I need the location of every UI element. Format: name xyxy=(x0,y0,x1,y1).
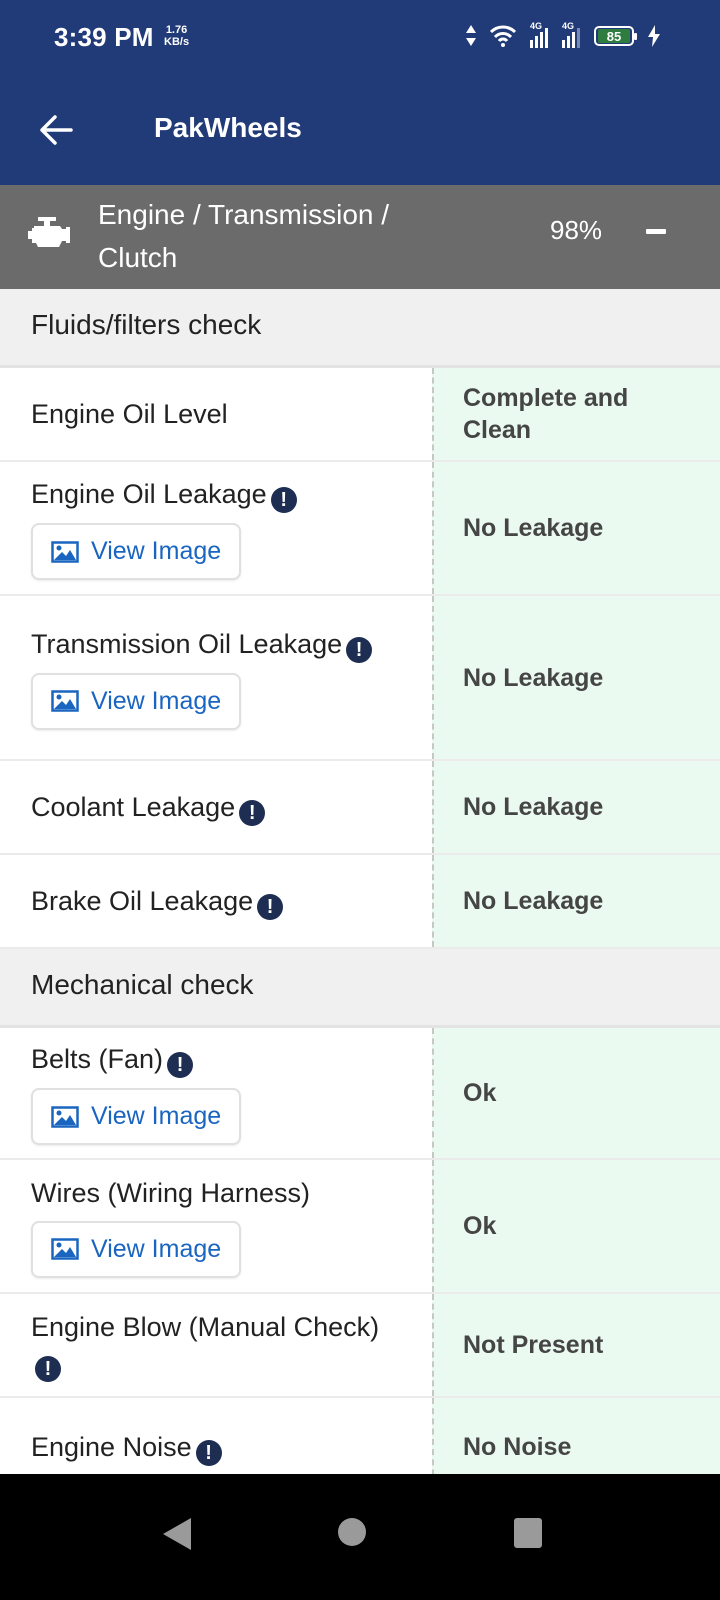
item-label: Brake Oil Leakage xyxy=(31,885,254,916)
item-label-cell: Engine Oil Level xyxy=(0,368,432,460)
item-label: Coolant Leakage xyxy=(31,791,236,822)
group-header: Fluids/filters check xyxy=(0,289,720,368)
view-image-button[interactable]: View Image xyxy=(31,1220,241,1278)
view-image-label: View Image xyxy=(91,537,222,565)
item-value: Ok xyxy=(463,1212,497,1240)
item-label: Engine Blow (Manual Check) xyxy=(31,1311,380,1342)
wifi-icon xyxy=(490,25,516,47)
app-bar: PakWheels xyxy=(0,80,720,185)
battery-icon: 85 xyxy=(594,26,637,46)
back-button[interactable] xyxy=(36,110,76,150)
item-label: Engine Noise xyxy=(31,1431,192,1462)
view-image-label: View Image xyxy=(91,1234,222,1263)
item-label-cell: Brake Oil Leakage! xyxy=(0,855,432,947)
signal-icon: 4G xyxy=(562,21,580,48)
item-value: Not Present xyxy=(463,1331,604,1359)
item-value: No Leakage xyxy=(463,793,604,821)
app-title: PakWheels xyxy=(154,112,302,143)
item-label: Engine Oil Leakage xyxy=(31,479,267,509)
section-score: 98% xyxy=(550,215,603,245)
info-icon[interactable]: ! xyxy=(346,636,373,663)
item-label-cell: Transmission Oil Leakage! View Image xyxy=(0,596,432,759)
item-label-cell: Engine Noise! xyxy=(0,1398,432,1474)
image-icon xyxy=(51,540,79,563)
home-circle-icon[interactable] xyxy=(338,1518,366,1546)
item-value-cell: Ok xyxy=(432,1028,720,1158)
view-image-button[interactable]: View Image xyxy=(31,1088,241,1145)
item-value-cell: No Leakage xyxy=(432,462,720,594)
image-icon xyxy=(51,1238,79,1260)
item-value-cell: Not Present xyxy=(432,1294,720,1396)
view-image-button[interactable]: View Image xyxy=(31,523,241,580)
inspection-row: Engine Blow (Manual Check)! Not Present xyxy=(0,1294,720,1398)
status-bar: 3:39 PM 1.76 KB/s 4G 4G 85 xyxy=(0,0,720,80)
item-value-cell: No Leakage xyxy=(432,761,720,853)
item-value-cell: No Leakage xyxy=(432,855,720,947)
signal-icon: 4G xyxy=(530,21,548,48)
status-time: 3:39 PM xyxy=(54,22,154,52)
info-icon[interactable]: ! xyxy=(35,1355,61,1382)
info-icon[interactable]: ! xyxy=(195,1439,222,1466)
item-label-cell: Belts (Fan)! View Image xyxy=(0,1028,432,1158)
view-image-label: View Image xyxy=(91,686,222,715)
item-value: No Leakage xyxy=(463,663,604,692)
item-value: Ok xyxy=(463,1079,497,1107)
info-icon[interactable]: ! xyxy=(270,487,297,513)
group-header: Mechanical check xyxy=(0,949,720,1028)
info-icon[interactable]: ! xyxy=(239,799,266,826)
recents-square-icon[interactable] xyxy=(514,1518,542,1548)
item-label: Belts (Fan) xyxy=(31,1044,164,1074)
item-label: Engine Oil Level xyxy=(31,399,228,429)
info-icon[interactable]: ! xyxy=(167,1052,194,1078)
inspection-row: Belts (Fan)! View Image Ok xyxy=(0,1028,720,1160)
status-icons: 4G 4G 85 xyxy=(466,21,660,48)
back-triangle-icon[interactable] xyxy=(163,1518,191,1550)
item-value-cell: Complete and Clean xyxy=(432,368,720,460)
item-value: No Noise xyxy=(463,1433,572,1461)
item-value: Complete and Clean xyxy=(463,384,629,444)
item-label-cell: Engine Blow (Manual Check)! xyxy=(0,1294,432,1396)
section-header[interactable]: Engine / Transmission / Clutch 98% xyxy=(0,185,720,289)
data-arrows-icon xyxy=(466,25,476,46)
network-speed: 1.76 KB/s xyxy=(164,24,190,48)
item-label-cell: Coolant Leakage! xyxy=(0,761,432,853)
item-value-cell: No Noise xyxy=(432,1398,720,1474)
item-label-cell: Engine Oil Leakage! View Image xyxy=(0,462,432,594)
image-icon xyxy=(51,1105,79,1128)
minus-icon[interactable] xyxy=(646,229,666,234)
inspection-row: Engine Noise! No Noise xyxy=(0,1398,720,1474)
view-image-label: View Image xyxy=(91,1102,222,1130)
navigation-bar xyxy=(0,1474,720,1600)
inspection-row: Brake Oil Leakage! No Leakage xyxy=(0,855,720,949)
item-value: No Leakage xyxy=(463,514,604,542)
item-value-cell: No Leakage xyxy=(432,596,720,759)
item-value-cell: Ok xyxy=(432,1160,720,1292)
image-icon xyxy=(51,690,79,712)
item-label: Transmission Oil Leakage xyxy=(31,628,343,659)
section-title: Engine / Transmission / Clutch xyxy=(98,199,390,273)
engine-icon xyxy=(28,217,70,247)
view-image-button[interactable]: View Image xyxy=(31,672,241,730)
inspection-row: Wires (Wiring Harness) View Image Ok xyxy=(0,1160,720,1294)
item-label-cell: Wires (Wiring Harness) View Image xyxy=(0,1160,432,1292)
item-label: Wires (Wiring Harness) xyxy=(31,1177,311,1208)
inspection-row: Coolant Leakage! No Leakage xyxy=(0,761,720,855)
arrow-left-icon xyxy=(40,115,73,145)
inspection-row: Engine Oil Leakage! View Image No Leakage xyxy=(0,462,720,596)
info-icon[interactable]: ! xyxy=(257,893,284,920)
inspection-row: Engine Oil Level Complete and Clean xyxy=(0,368,720,462)
inspection-list[interactable]: Fluids/filters check Engine Oil Level Comp… xyxy=(0,289,720,1474)
charging-icon xyxy=(648,25,660,47)
item-value: No Leakage xyxy=(463,887,604,915)
inspection-row: Transmission Oil Leakage! View Image No Le… xyxy=(0,596,720,761)
